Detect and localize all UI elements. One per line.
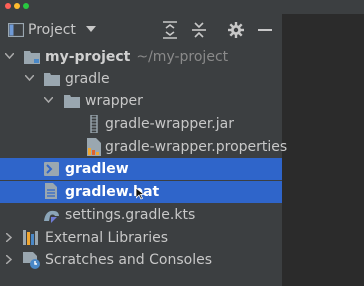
- tool-window-title[interactable]: Project: [28, 22, 76, 38]
- chevron-down-icon[interactable]: [44, 97, 53, 103]
- archive-icon: [90, 115, 98, 133]
- tree-row-gradle-wrapper-properties[interactable]: gradle-wrapper.properties: [0, 136, 287, 158]
- scratches-icon: [23, 252, 40, 269]
- shell-script-icon: [44, 162, 59, 176]
- tree-row-scratches-and-consoles[interactable]: Scratches and Consoles: [0, 249, 282, 271]
- tree-label-gradle-wrapper-properties: gradle-wrapper.properties: [105, 139, 288, 155]
- chevron-down-icon[interactable]: [25, 75, 34, 81]
- collapse-all-icon[interactable]: [192, 21, 206, 39]
- minimize-window-button[interactable]: [14, 3, 20, 9]
- tree-row-gradlew[interactable]: gradlew: [0, 158, 282, 180]
- project-toolbar: Project: [0, 14, 282, 46]
- window-titlebar: [0, 0, 364, 14]
- gear-icon[interactable]: [228, 22, 244, 38]
- chevron-right-icon[interactable]: [6, 255, 12, 264]
- editor-area: [282, 14, 364, 286]
- tree-row-gradle-wrapper-jar[interactable]: gradle-wrapper.jar: [0, 113, 282, 135]
- tree-label-gradle: gradle: [65, 71, 110, 87]
- tree-label-wrapper: wrapper: [85, 93, 143, 109]
- text-file-icon: [45, 183, 57, 199]
- project-window-icon: [8, 23, 24, 37]
- tree-row-settings-gradle-kts[interactable]: settings.gradle.kts: [0, 204, 282, 226]
- tree-label-gradle-wrapper-jar: gradle-wrapper.jar: [105, 116, 234, 132]
- minimize-icon[interactable]: [258, 29, 272, 32]
- tree-label-settings-gradle-kts: settings.gradle.kts: [65, 207, 196, 223]
- zoom-window-button[interactable]: [23, 3, 29, 9]
- module-folder-icon: [24, 51, 40, 64]
- tree-row-external-libraries[interactable]: External Libraries: [0, 227, 282, 249]
- chevron-down-icon[interactable]: [5, 53, 14, 59]
- chevron-down-icon[interactable]: [86, 26, 96, 33]
- tree-row-gradle[interactable]: gradle: [0, 68, 282, 90]
- properties-file-icon: [87, 138, 101, 156]
- tree-label-gradlew-bat: gradlew.bat: [65, 184, 160, 200]
- gradle-kotlin-icon: [44, 210, 59, 223]
- mouse-cursor-icon: [136, 188, 145, 200]
- library-icon: [23, 230, 38, 245]
- tree-label-scratches-and-consoles: Scratches and Consoles: [45, 252, 212, 268]
- folder-icon: [64, 95, 80, 108]
- close-window-button[interactable]: [5, 3, 11, 9]
- ide-window: Project my-project ~/my-project gradle w…: [0, 0, 364, 286]
- tree-row-my-project[interactable]: my-project ~/my-project: [0, 46, 282, 68]
- tree-label-my-project: my-project ~/my-project: [45, 49, 229, 65]
- tree-label-external-libraries: External Libraries: [45, 230, 168, 246]
- expand-all-icon[interactable]: [163, 21, 177, 39]
- folder-icon: [44, 73, 60, 86]
- chevron-right-icon[interactable]: [6, 233, 12, 242]
- tree-label-gradlew: gradlew: [65, 161, 129, 177]
- tree-row-wrapper[interactable]: wrapper: [0, 90, 282, 112]
